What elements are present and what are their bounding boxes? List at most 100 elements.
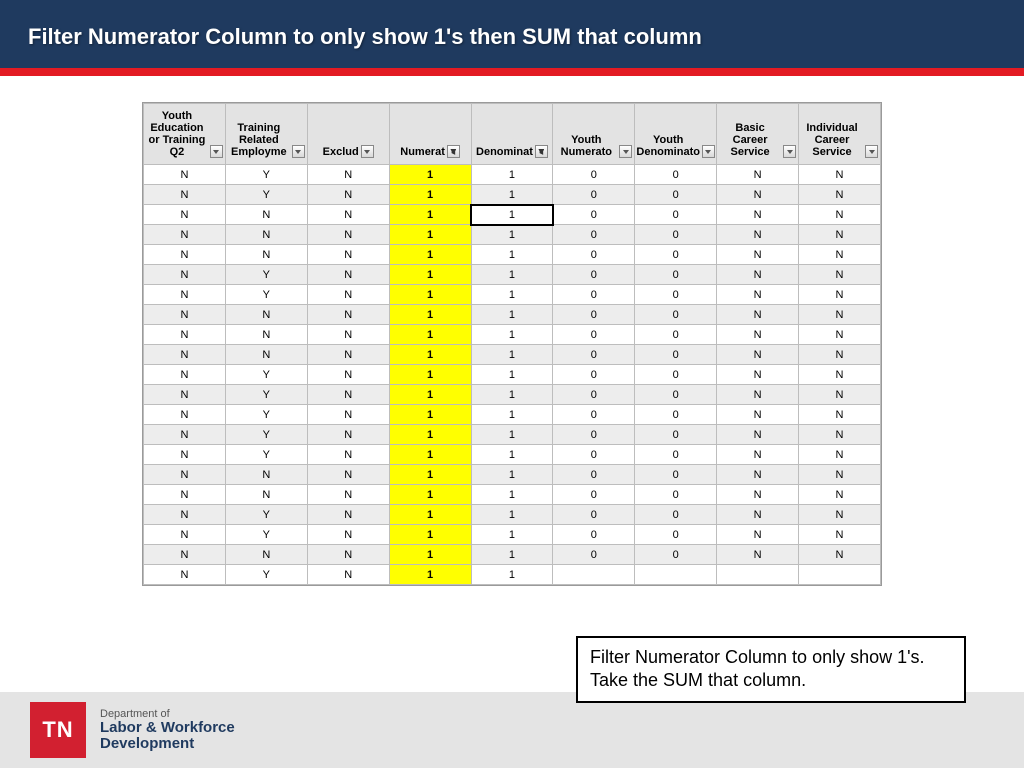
cell[interactable]: N: [225, 545, 307, 565]
cell[interactable]: N: [307, 385, 389, 405]
cell[interactable]: 1: [471, 565, 553, 585]
cell[interactable]: 1: [389, 425, 471, 445]
cell[interactable]: N: [717, 345, 799, 365]
cell[interactable]: 1: [471, 385, 553, 405]
cell[interactable]: 0: [553, 445, 635, 465]
cell[interactable]: 1: [471, 445, 553, 465]
cell[interactable]: 1: [471, 225, 553, 245]
cell[interactable]: N: [307, 465, 389, 485]
cell[interactable]: 0: [553, 505, 635, 525]
cell[interactable]: 0: [553, 365, 635, 385]
cell[interactable]: 0: [553, 485, 635, 505]
cell[interactable]: 0: [553, 325, 635, 345]
cell[interactable]: N: [144, 345, 226, 365]
cell[interactable]: N: [717, 425, 799, 445]
cell[interactable]: N: [144, 445, 226, 465]
cell[interactable]: N: [717, 525, 799, 545]
cell[interactable]: N: [799, 345, 881, 365]
cell[interactable]: N: [799, 325, 881, 345]
cell[interactable]: N: [307, 265, 389, 285]
cell[interactable]: N: [799, 185, 881, 205]
cell[interactable]: 1: [389, 385, 471, 405]
cell[interactable]: [635, 565, 717, 585]
cell[interactable]: N: [799, 385, 881, 405]
cell[interactable]: 0: [635, 485, 717, 505]
cell[interactable]: 1: [389, 465, 471, 485]
cell[interactable]: N: [717, 225, 799, 245]
cell[interactable]: 0: [635, 505, 717, 525]
cell[interactable]: 1: [389, 445, 471, 465]
cell[interactable]: N: [717, 265, 799, 285]
cell[interactable]: 1: [471, 505, 553, 525]
cell[interactable]: N: [717, 445, 799, 465]
cell[interactable]: 1: [389, 505, 471, 525]
cell[interactable]: 0: [553, 345, 635, 365]
cell[interactable]: 1: [471, 265, 553, 285]
cell[interactable]: N: [144, 525, 226, 545]
cell[interactable]: 0: [553, 525, 635, 545]
cell[interactable]: 1: [471, 245, 553, 265]
cell[interactable]: 1: [389, 245, 471, 265]
cell[interactable]: N: [799, 505, 881, 525]
cell[interactable]: 0: [635, 325, 717, 345]
cell[interactable]: 0: [635, 185, 717, 205]
cell[interactable]: N: [799, 245, 881, 265]
cell[interactable]: N: [799, 365, 881, 385]
cell[interactable]: N: [307, 445, 389, 465]
cell[interactable]: N: [307, 565, 389, 585]
cell[interactable]: N: [307, 345, 389, 365]
cell[interactable]: [799, 565, 881, 585]
cell[interactable]: 1: [471, 325, 553, 345]
cell[interactable]: 0: [553, 425, 635, 445]
cell[interactable]: 0: [553, 165, 635, 185]
cell[interactable]: N: [799, 525, 881, 545]
cell[interactable]: N: [717, 405, 799, 425]
cell[interactable]: N: [307, 485, 389, 505]
cell[interactable]: Y: [225, 405, 307, 425]
cell[interactable]: 1: [471, 285, 553, 305]
cell[interactable]: N: [717, 285, 799, 305]
cell[interactable]: N: [799, 225, 881, 245]
cell[interactable]: N: [144, 365, 226, 385]
cell[interactable]: [553, 565, 635, 585]
cell[interactable]: Y: [225, 265, 307, 285]
cell[interactable]: N: [799, 205, 881, 225]
cell[interactable]: N: [307, 165, 389, 185]
filter-dropdown-icon[interactable]: [619, 145, 632, 158]
cell[interactable]: N: [717, 245, 799, 265]
filter-dropdown-icon[interactable]: [865, 145, 878, 158]
cell[interactable]: N: [144, 285, 226, 305]
cell[interactable]: 1: [389, 485, 471, 505]
cell[interactable]: 0: [635, 345, 717, 365]
cell[interactable]: 0: [635, 445, 717, 465]
cell[interactable]: Y: [225, 365, 307, 385]
cell[interactable]: N: [799, 445, 881, 465]
cell[interactable]: N: [799, 425, 881, 445]
cell[interactable]: 0: [635, 225, 717, 245]
cell[interactable]: 0: [553, 185, 635, 205]
cell[interactable]: 1: [389, 345, 471, 365]
cell[interactable]: N: [225, 225, 307, 245]
cell[interactable]: N: [144, 225, 226, 245]
cell[interactable]: N: [307, 205, 389, 225]
cell[interactable]: Y: [225, 385, 307, 405]
cell[interactable]: N: [144, 205, 226, 225]
cell[interactable]: Y: [225, 425, 307, 445]
cell[interactable]: N: [144, 545, 226, 565]
cell[interactable]: 1: [389, 165, 471, 185]
cell[interactable]: 1: [389, 545, 471, 565]
cell[interactable]: 0: [635, 465, 717, 485]
cell[interactable]: 1: [389, 525, 471, 545]
cell[interactable]: 1: [389, 265, 471, 285]
cell[interactable]: 0: [553, 265, 635, 285]
cell[interactable]: 1: [471, 205, 553, 225]
cell[interactable]: 1: [389, 205, 471, 225]
cell[interactable]: N: [144, 425, 226, 445]
cell[interactable]: N: [717, 385, 799, 405]
filter-dropdown-icon[interactable]: [361, 145, 374, 158]
cell[interactable]: N: [717, 325, 799, 345]
cell[interactable]: 0: [553, 285, 635, 305]
cell[interactable]: N: [144, 265, 226, 285]
cell[interactable]: N: [799, 285, 881, 305]
cell[interactable]: 1: [471, 365, 553, 385]
